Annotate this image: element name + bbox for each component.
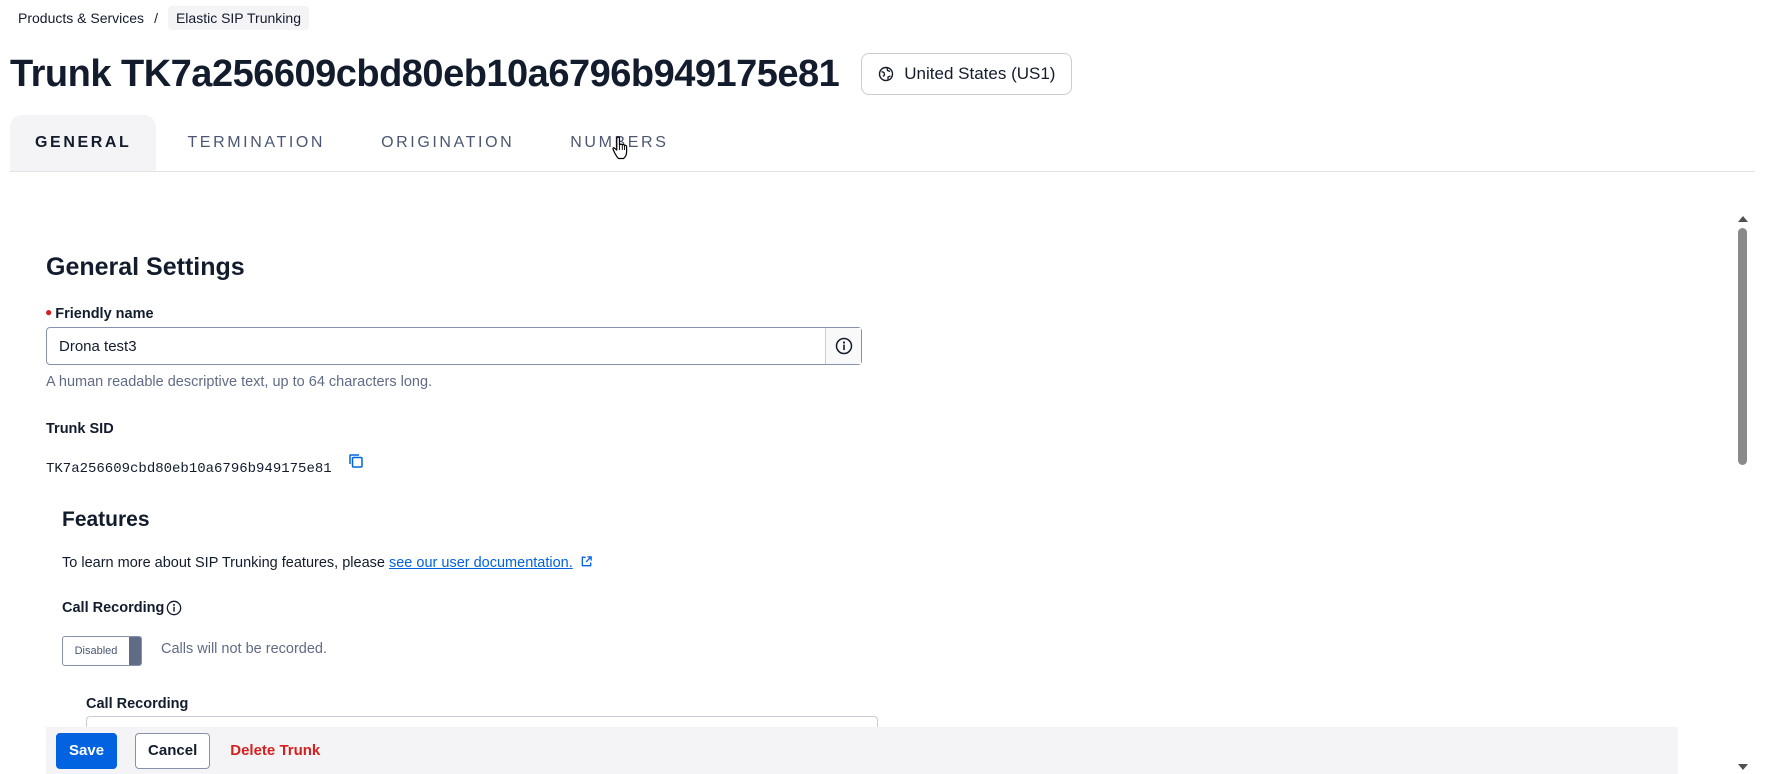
toggle-state-label: Disabled: [74, 645, 118, 657]
form-action-bar: Save Cancel Delete Trunk: [46, 727, 1678, 774]
region-label: United States (US1): [904, 64, 1056, 83]
features-title: Features: [62, 508, 150, 531]
breadcrumb-separator: /: [154, 10, 158, 26]
info-icon: [835, 337, 852, 355]
call-recording-label-row: Call Recording: [62, 600, 182, 616]
trunk-sid-label: Trunk SID: [46, 421, 114, 437]
features-description: To learn more about SIP Trunking feature…: [62, 555, 593, 571]
required-indicator: ●: [45, 305, 53, 319]
call-recording-label: Call Recording: [62, 600, 165, 616]
friendly-name-info[interactable]: [825, 328, 861, 364]
toggle-knob: [129, 637, 141, 665]
section-title-general: General Settings: [46, 253, 245, 281]
scrollbar[interactable]: [1736, 210, 1750, 774]
features-description-text: To learn more about SIP Trunking feature…: [62, 555, 389, 571]
tab-termination[interactable]: TERMINATION: [162, 115, 350, 171]
scroll-down-arrow[interactable]: [1738, 764, 1748, 770]
breadcrumb-current[interactable]: Elastic SIP Trunking: [167, 6, 309, 30]
cancel-button[interactable]: Cancel: [135, 732, 211, 769]
breadcrumb-link-products[interactable]: Products & Services: [18, 10, 144, 26]
tab-general[interactable]: GENERAL: [10, 115, 157, 171]
hand-cursor-icon: [612, 136, 628, 160]
friendly-name-field: [46, 327, 862, 365]
copy-icon: [349, 454, 363, 468]
globe-icon: [879, 66, 894, 82]
call-recording-status: Calls will not be recorded.: [161, 641, 328, 657]
delete-trunk-button[interactable]: Delete Trunk: [218, 733, 332, 769]
region-selector[interactable]: United States (US1): [861, 53, 1073, 95]
page-title: Trunk TK7a256609cbd80eb10a6796b949175e81: [10, 53, 840, 95]
save-button[interactable]: Save: [56, 732, 118, 769]
tab-origination[interactable]: ORIGINATION: [356, 115, 539, 171]
scroll-thumb[interactable]: [1738, 228, 1747, 465]
info-icon[interactable]: [166, 600, 182, 616]
friendly-name-help: A human readable descriptive text, up to…: [46, 374, 433, 390]
user-documentation-link[interactable]: see our user documentation.: [389, 555, 573, 571]
friendly-name-label: Friendly name: [55, 306, 154, 322]
breadcrumb: Products & Services / Elastic SIP Trunki…: [18, 6, 309, 30]
copy-sid-button[interactable]: [348, 453, 364, 474]
friendly-name-input[interactable]: [47, 328, 825, 364]
trunk-sid-value: TK7a256609cbd80eb10a6796b949175e81: [46, 461, 332, 477]
external-link-icon: [581, 556, 592, 567]
scroll-up-arrow[interactable]: [1738, 216, 1748, 222]
tab-bar: GENERAL TERMINATION ORIGINATION NUMBERS: [10, 115, 1755, 172]
title-row: Trunk TK7a256609cbd80eb10a6796b949175e81…: [10, 52, 1073, 96]
call-recording-sub-label: Call Recording: [86, 696, 189, 712]
friendly-name-label-row: ● Friendly name: [45, 305, 154, 323]
call-recording-toggle[interactable]: Disabled: [62, 636, 142, 666]
